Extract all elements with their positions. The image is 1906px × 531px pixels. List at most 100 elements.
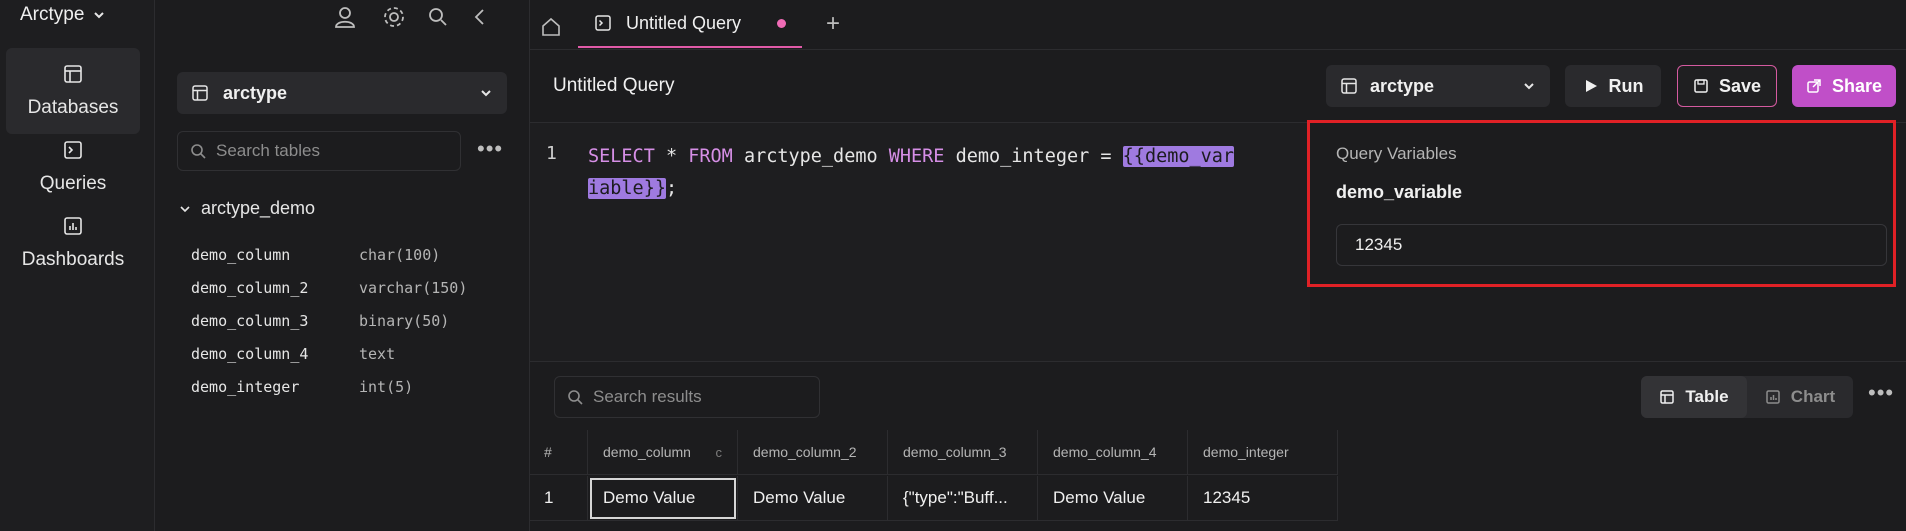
more-icon[interactable]: ••• bbox=[1868, 380, 1894, 406]
column-name: demo_column_2 bbox=[191, 279, 309, 297]
nav-rail: Arctype Databases Queries Dashboards bbox=[0, 0, 155, 531]
code-token: * bbox=[654, 146, 689, 167]
column-row[interactable]: demo_column_2 varchar(150) bbox=[191, 279, 467, 297]
chart-icon bbox=[1766, 390, 1780, 404]
column-row[interactable]: demo_column char(100) bbox=[191, 246, 440, 264]
results-search-placeholder: Search results bbox=[593, 387, 702, 406]
chevron-down-icon bbox=[1524, 83, 1534, 90]
column-header: # bbox=[530, 430, 588, 475]
column-name: demo_column bbox=[191, 246, 291, 264]
tab-bar: Untitled Query + bbox=[530, 0, 1906, 50]
table-cell[interactable]: 12345 bbox=[1188, 476, 1338, 521]
table-row: 1 Demo Value Demo Value {"type":"Buff...… bbox=[530, 476, 1338, 521]
table-header-row: # demo_column c demo_column_2 demo_colum… bbox=[530, 430, 1338, 475]
search-icon[interactable] bbox=[425, 4, 451, 30]
column-header-label: demo_column bbox=[603, 444, 691, 460]
add-tab-button[interactable]: + bbox=[826, 10, 840, 38]
query-variable-token[interactable]: {{demo_var bbox=[1122, 146, 1235, 167]
column-name: demo_column_3 bbox=[191, 312, 309, 330]
table-tree-node[interactable]: arctype_demo bbox=[179, 198, 315, 219]
results-search-input[interactable]: Search results bbox=[554, 376, 820, 418]
app-title: Arctype bbox=[20, 4, 85, 25]
save-label: Save bbox=[1718, 75, 1762, 96]
line-number: 1 bbox=[546, 143, 557, 164]
search-icon bbox=[568, 390, 583, 405]
chart-view-label: Chart bbox=[1790, 387, 1836, 406]
share-button[interactable]: Share bbox=[1792, 65, 1896, 107]
table-icon bbox=[1660, 390, 1675, 404]
database-select-value: arctype bbox=[223, 82, 288, 103]
column-header[interactable]: demo_column_3 bbox=[888, 430, 1038, 475]
more-icon[interactable]: ••• bbox=[477, 136, 503, 162]
table-search-placeholder: Search tables bbox=[216, 141, 320, 160]
code-condition: demo_integer = bbox=[944, 146, 1123, 167]
tab-label: Untitled Query bbox=[626, 12, 742, 33]
save-icon bbox=[1694, 79, 1708, 93]
rail-item-dashboards[interactable]: Dashboards bbox=[6, 200, 140, 286]
table-view-label: Table bbox=[1685, 387, 1729, 406]
rail-item-databases[interactable]: Databases bbox=[6, 48, 140, 134]
column-row[interactable]: demo_integer int(5) bbox=[191, 378, 413, 396]
chart-icon bbox=[64, 217, 82, 235]
column-row[interactable]: demo_column_3 binary(50) bbox=[191, 312, 449, 330]
query-database-value: arctype bbox=[1370, 75, 1435, 96]
keyword-from: FROM bbox=[688, 146, 733, 167]
rail-item-queries[interactable]: Queries bbox=[6, 124, 140, 210]
view-toggle: Table Chart bbox=[1641, 376, 1853, 418]
table-view-button[interactable]: Table bbox=[1641, 376, 1747, 418]
table-icon bbox=[1341, 78, 1357, 94]
search-icon bbox=[191, 144, 206, 159]
sql-code[interactable]: SELECT * FROM arctype_demo WHERE demo_in… bbox=[588, 141, 1298, 205]
collapse-sidebar-icon[interactable] bbox=[467, 4, 493, 30]
query-title[interactable]: Untitled Query bbox=[553, 75, 674, 97]
query-database-select[interactable]: arctype bbox=[1326, 65, 1550, 107]
database-select[interactable]: arctype bbox=[177, 72, 507, 114]
column-header[interactable]: demo_column_2 bbox=[738, 430, 888, 475]
home-icon[interactable] bbox=[538, 14, 564, 40]
keyword-where: WHERE bbox=[888, 146, 945, 167]
column-type: text bbox=[359, 345, 396, 363]
table-cell[interactable]: Demo Value bbox=[588, 476, 738, 521]
column-header[interactable]: demo_integer bbox=[1188, 430, 1338, 475]
main-area: Untitled Query + Untitled Query arctype … bbox=[530, 0, 1906, 531]
tab-untitled-query[interactable]: Untitled Query bbox=[578, 0, 802, 48]
user-icon[interactable] bbox=[332, 4, 358, 30]
gear-icon[interactable] bbox=[381, 4, 407, 30]
column-name: demo_integer bbox=[191, 378, 300, 396]
sql-editor[interactable]: 1 SELECT * FROM arctype_demo WHERE demo_… bbox=[530, 122, 1310, 362]
rail-item-label: Queries bbox=[39, 173, 107, 194]
column-header[interactable]: demo_column c bbox=[588, 430, 738, 475]
save-button[interactable]: Save bbox=[1677, 65, 1777, 107]
code-table: arctype_demo bbox=[732, 146, 889, 167]
external-link-icon bbox=[1807, 79, 1821, 93]
chart-view-button[interactable]: Chart bbox=[1747, 376, 1853, 418]
column-type: binary(50) bbox=[359, 312, 450, 330]
column-row[interactable]: demo_column_4 text bbox=[191, 345, 395, 363]
highlight-annotation bbox=[1307, 120, 1896, 287]
rail-item-label: Dashboards bbox=[21, 249, 125, 270]
column-type: char(100) bbox=[359, 246, 441, 264]
column-type: int(5) bbox=[359, 378, 414, 396]
terminal-icon bbox=[64, 141, 82, 159]
table-name-label: arctype_demo bbox=[201, 198, 316, 218]
app-switcher[interactable]: Arctype bbox=[20, 4, 106, 26]
table-search-input[interactable]: Search tables bbox=[177, 131, 461, 171]
schema-explorer: arctype Search tables ••• arctype_demo d… bbox=[155, 0, 530, 531]
table-cell[interactable]: {"type":"Buff... bbox=[888, 476, 1038, 521]
table-cell[interactable]: Demo Value bbox=[738, 476, 888, 521]
play-icon bbox=[1585, 80, 1597, 92]
chevron-down-icon bbox=[94, 12, 105, 19]
table-cell[interactable]: Demo Value bbox=[1038, 476, 1188, 521]
chevron-down-icon bbox=[180, 205, 190, 212]
unsaved-indicator bbox=[777, 18, 786, 28]
chevron-down-icon bbox=[481, 90, 491, 97]
terminal-icon bbox=[595, 15, 611, 31]
row-number: 1 bbox=[530, 476, 588, 521]
column-header[interactable]: demo_column_4 bbox=[1038, 430, 1188, 475]
query-variable-token[interactable]: iable}} bbox=[588, 178, 666, 199]
table-icon bbox=[192, 85, 208, 101]
code-semicolon: ; bbox=[665, 178, 678, 199]
sort-icon[interactable]: c bbox=[716, 445, 723, 460]
run-button[interactable]: Run bbox=[1565, 65, 1661, 107]
table-icon bbox=[64, 65, 82, 83]
